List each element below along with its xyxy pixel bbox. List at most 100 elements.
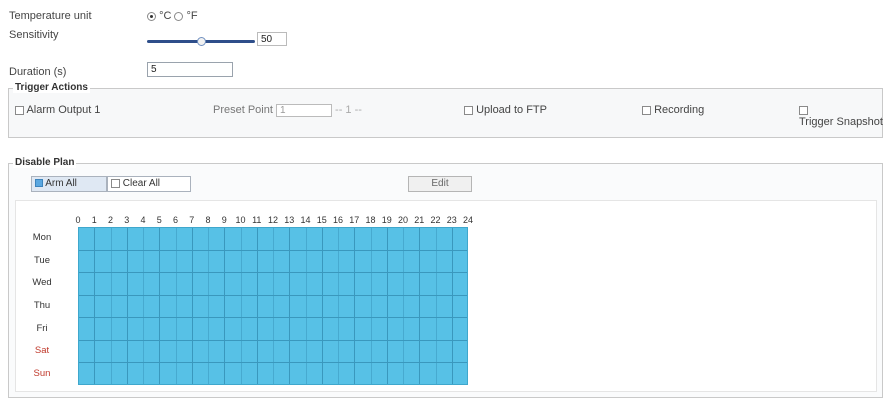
hour-label: 13: [284, 215, 295, 225]
arm-all-button[interactable]: Arm All: [31, 176, 107, 192]
grid-hour-line: [143, 228, 144, 384]
preset-point-select[interactable]: 1: [275, 104, 332, 117]
grid-hour-line: [175, 228, 177, 384]
unit-fahrenheit-label: °F: [186, 10, 198, 22]
schedule-panel: 0 1 2 3 4 5 6 7 8 9 10 11 12 13 14 15 16 17 18 19 20 21 22 23 24…: [15, 200, 877, 392]
trigger-snapshot-label: Trigger Snapshot: [799, 116, 883, 128]
trigger-snapshot-option[interactable]: Trigger Snapshot: [799, 104, 883, 128]
grid-hour-line: [321, 228, 323, 384]
hour-label: 15: [316, 215, 327, 225]
grid-hour-line: [224, 228, 226, 384]
hour-label: 11: [252, 215, 262, 225]
grid-day-line: [79, 362, 467, 364]
sensitivity-slider-knob[interactable]: [196, 37, 206, 46]
grid-hour-line: [451, 228, 453, 384]
days-axis: Mon Tue Wed Thu Fri Sat Sun: [26, 227, 60, 385]
upload-ftp-label: Upload to FTP: [476, 104, 547, 116]
temperature-unit-label: Temperature unit: [9, 10, 92, 22]
upload-ftp-option[interactable]: Upload to FTP: [464, 104, 547, 116]
grid-hour-line: [435, 228, 437, 384]
arm-all-icon: [35, 179, 43, 188]
grid-hour-line: [354, 228, 356, 384]
day-label: Sun: [33, 367, 51, 379]
recording-label: Recording: [654, 104, 705, 116]
edit-button[interactable]: Edit: [408, 176, 472, 192]
unit-radio-group: °C °F: [147, 10, 198, 22]
grid-hour-line: [403, 228, 404, 384]
trigger-actions-group: Trigger Actions Alarm Output 1 Preset Po…: [8, 82, 883, 138]
grid-hour-line: [370, 228, 372, 384]
grid-day-line: [79, 249, 467, 251]
hour-label: 4: [140, 215, 146, 225]
day-label: Sat: [34, 345, 50, 357]
hour-label: 2: [107, 215, 113, 225]
grid-hour-line: [305, 228, 307, 384]
hour-label: 20: [397, 215, 408, 225]
upload-ftp-checkbox[interactable]: [464, 105, 473, 115]
schedule-plan-group: Disable Plan Arm All Clear All Edit 0123…: [8, 157, 883, 398]
alarm-output-option[interactable]: Alarm Output 1: [15, 104, 100, 116]
hour-label: 17: [349, 215, 360, 225]
grid-hour-line: [386, 228, 388, 384]
hours-axis: 0 1 2 3 4 5 6 7 8 9 10 11 12 13 14 15 16 17 18 19 20 21 22 23 24: [74, 215, 474, 227]
hour-label: 5: [156, 215, 162, 225]
arm-all-label: Arm All: [45, 178, 77, 189]
hour-label: 3: [124, 215, 130, 225]
trigger-snapshot-checkbox[interactable]: [799, 105, 808, 115]
grid-hour-line: [240, 228, 242, 384]
hour-label: 12: [267, 215, 278, 225]
grid-hour-line: [256, 228, 258, 384]
unit-celsius-label: °C: [159, 10, 172, 22]
day-label: Thu: [33, 300, 51, 311]
clear-all-button[interactable]: Clear All: [107, 176, 191, 192]
hour-label: 18: [365, 215, 376, 225]
unit-celsius-radio[interactable]: [147, 11, 156, 21]
sensitivity-value[interactable]: 50: [257, 32, 287, 46]
schedule-grid[interactable]: [78, 227, 468, 385]
hour-label: 0: [75, 215, 81, 225]
schedule-plan-legend: Disable Plan: [13, 157, 77, 168]
day-label: Wed: [32, 277, 52, 289]
grid-hour-line: [289, 228, 291, 384]
hour-label: 9: [221, 215, 227, 225]
preset-point-label: Preset Point: [213, 104, 273, 116]
grid-hour-line: [273, 228, 274, 384]
hour-label: 16: [332, 215, 343, 225]
hour-label: 10: [235, 215, 246, 225]
hour-label: 8: [205, 215, 211, 225]
hour-label: 1: [91, 215, 97, 225]
grid-hour-line: [110, 228, 112, 384]
hour-label: 23: [446, 215, 457, 225]
grid-hour-line: [159, 228, 161, 384]
trigger-actions-legend: Trigger Actions: [13, 82, 90, 93]
grid-hour-line: [191, 228, 193, 384]
duration-label: Duration (s): [9, 66, 67, 78]
duration-input[interactable]: 5: [147, 62, 233, 77]
hour-label: 22: [430, 215, 441, 225]
day-label: Mon: [32, 232, 52, 244]
hour-label: 14: [300, 215, 311, 225]
clear-all-icon: [111, 178, 120, 188]
hour-label: 6: [172, 215, 178, 225]
recording-checkbox[interactable]: [642, 105, 651, 115]
sensitivity-label: Sensitivity: [9, 29, 59, 41]
grid-hour-line: [338, 228, 339, 384]
grid-hour-line: [419, 228, 421, 384]
grid-hour-line: [94, 228, 96, 384]
grid-hour-line: [126, 228, 128, 384]
hour-label: 19: [381, 215, 392, 225]
unit-fahrenheit-radio[interactable]: [174, 11, 184, 21]
alarm-output-checkbox[interactable]: [15, 105, 24, 115]
hour-label: 7: [189, 215, 195, 225]
alarm-output-label: Alarm Output 1: [26, 104, 101, 116]
day-label: Tue: [33, 254, 51, 266]
day-label: Fri: [36, 322, 48, 334]
grid-day-line: [79, 272, 467, 274]
recording-option[interactable]: Recording: [642, 104, 704, 116]
grid-day-line: [79, 339, 467, 341]
preset-point-extra: -- 1 --: [335, 104, 362, 116]
grid-day-line: [79, 317, 467, 319]
hour-label: 21: [414, 215, 425, 225]
preset-point-option[interactable]: Preset Point 1 -- 1 --: [213, 104, 362, 117]
grid-day-line: [79, 294, 467, 296]
